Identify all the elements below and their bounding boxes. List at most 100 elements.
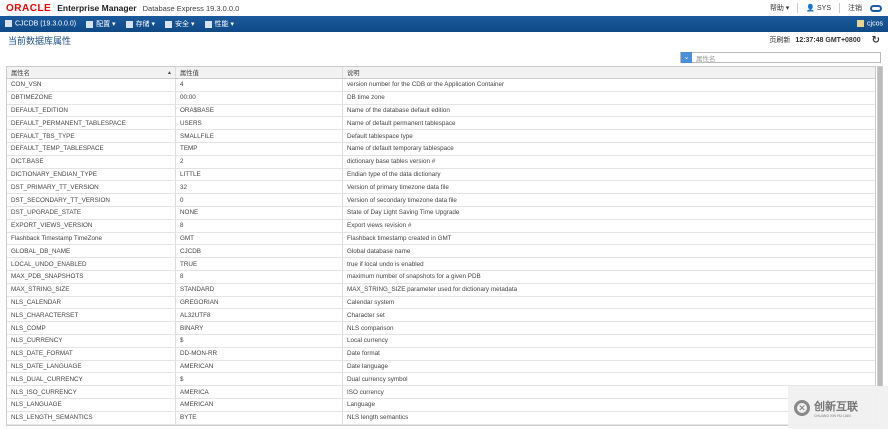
property-description: Default tablespace type bbox=[347, 132, 413, 140]
user-icon: 👤 bbox=[806, 5, 816, 12]
table-row[interactable]: DEFAULT_EDITION ORA$BASE Name of the datab… bbox=[7, 104, 875, 118]
chevron-down-icon[interactable]: ⌄ bbox=[681, 52, 692, 63]
property-name: EXPORT_VIEWS_VERSION bbox=[7, 219, 176, 232]
table-row[interactable]: GLOBAL_DB_NAME CJCDB Global database name bbox=[7, 245, 875, 259]
property-value: NONE bbox=[176, 206, 343, 219]
table-row[interactable]: NLS_CURRENCY $ Local currency bbox=[7, 334, 875, 348]
table-row[interactable]: NLS_DUAL_CURRENCY $ Dual currency symbol bbox=[7, 373, 875, 387]
property-description: MAX_STRING_SIZE parameter used for dicti… bbox=[347, 286, 518, 294]
wrench-icon bbox=[86, 20, 94, 28]
property-value: CJCDB bbox=[176, 245, 343, 258]
property-name: GLOBAL_DB_NAME bbox=[7, 245, 176, 258]
property-value: BYTE bbox=[176, 411, 343, 424]
property-description: Date format bbox=[347, 350, 380, 358]
property-name: NLS_LENGTH_SEMANTICS bbox=[7, 411, 176, 424]
property-value: USERS bbox=[176, 117, 343, 130]
help-label: 帮助 bbox=[769, 5, 784, 12]
property-description: Endian type of the data dictionary bbox=[347, 170, 441, 178]
property-description: Flashback timestamp created in GMT bbox=[347, 234, 452, 242]
column-header-description[interactable]: 说明 bbox=[343, 67, 875, 78]
scrollbar-thumb[interactable] bbox=[878, 67, 882, 387]
table-row[interactable]: NLS_COMP BINARY NLS comparison bbox=[7, 322, 875, 335]
menu-label: 安全 bbox=[175, 21, 190, 28]
menu-label: 存储 bbox=[135, 21, 150, 28]
property-description: Character set bbox=[347, 311, 385, 319]
container-link[interactable]: cjcos bbox=[857, 20, 883, 28]
menu-config[interactable]: 配置 ▾ bbox=[86, 19, 116, 29]
oracle-logo: ORACLE bbox=[6, 2, 52, 14]
table-row[interactable]: EXPORT_VIEWS_VERSION 8 Export views revisi… bbox=[7, 219, 875, 233]
property-value: 8 bbox=[176, 270, 343, 283]
property-name: NLS_LANGUAGE bbox=[7, 398, 176, 411]
table-row[interactable]: DEFAULT_PERMANENT_TABLESPACE USERS Name of… bbox=[7, 117, 875, 131]
property-description: Export views revision # bbox=[347, 222, 412, 230]
watermark-logo-icon: ✕ bbox=[794, 399, 810, 416]
table-row[interactable]: MAX_STRING_SIZE STANDARD MAX_STRING_SIZE p… bbox=[7, 283, 875, 297]
property-description: Name of default temporary tablespace bbox=[347, 145, 454, 153]
property-name: NLS_CHARACTERSET bbox=[7, 309, 176, 322]
table-row[interactable]: NLS_CALENDAR GREGORIAN Calendar system bbox=[7, 296, 875, 310]
search-placeholder: 属性名 bbox=[696, 55, 716, 63]
property-search[interactable]: ⌄ 属性名 bbox=[680, 52, 881, 63]
edition-label: Database Express 19.3.0.0.0 bbox=[142, 3, 240, 13]
menu-security[interactable]: 安全 ▾ bbox=[165, 19, 195, 29]
property-name: NLS_ISO_CURRENCY bbox=[7, 386, 176, 398]
menu-performance[interactable]: 性能 ▾ bbox=[204, 19, 234, 29]
table-row[interactable]: DEFAULT_TEMP_TABLESPACE TEMP Name of defau… bbox=[7, 142, 875, 156]
property-description: maximum number of snapshots for a given … bbox=[347, 273, 481, 281]
property-description: true if local undo is enabled bbox=[347, 260, 424, 268]
table-row[interactable]: LOCAL_UNDO_ENABLED TRUE true if local undo… bbox=[7, 258, 875, 271]
refresh-label: 页刷新 bbox=[769, 37, 791, 44]
property-value: GMT bbox=[176, 232, 343, 245]
table-row[interactable]: NLS_DATE_FORMAT DD-MON-RR Date format bbox=[7, 347, 875, 361]
menu-storage[interactable]: 存储 ▾ bbox=[125, 19, 155, 29]
table-scrollbar[interactable] bbox=[877, 66, 883, 426]
chart-icon bbox=[204, 20, 212, 28]
table-row[interactable]: DST_SECONDARY_TT_VERSION 0 Version of seco… bbox=[7, 194, 875, 207]
table-row[interactable]: Flashback Timestamp TimeZone GMT Flashback… bbox=[7, 232, 875, 246]
table-row[interactable]: DBTIMEZONE 00:00 DB time zone bbox=[7, 91, 875, 105]
app-header: ORACLE Enterprise Manager Database Expre… bbox=[0, 0, 888, 16]
db-home-link[interactable]: CJCDB (19.3.0.0.0) bbox=[5, 20, 76, 28]
divider bbox=[797, 3, 799, 13]
property-name: DICT.BASE bbox=[7, 155, 176, 168]
user-menu[interactable]: 👤 SYS bbox=[806, 4, 831, 12]
main-nav: CJCDB (19.3.0.0.0) 配置 ▾ 存储 ▾ 安全 ▾ 性能 ▾ c… bbox=[0, 16, 888, 32]
table-row[interactable]: MAX_PDB_SNAPSHOTS 8 maximum number of snap… bbox=[7, 270, 875, 284]
property-name: NLS_COMP bbox=[7, 322, 176, 334]
logout-link[interactable]: 注销 bbox=[848, 3, 862, 13]
property-value: 8 bbox=[176, 219, 343, 232]
property-value: LITTLE bbox=[176, 168, 343, 181]
watermark: ✕ 创新互联 CHUANG XIN HU LIAN bbox=[788, 386, 888, 429]
table-row[interactable]: DICTIONARY_ENDIAN_TYPE LITTLE Endian type … bbox=[7, 168, 875, 182]
table-row[interactable]: DICT.BASE 2 dictionary base tables version… bbox=[7, 155, 875, 169]
table-row[interactable]: DEFAULT_TBS_TYPE SMALLFILE Default tablesp… bbox=[7, 130, 875, 143]
menu-label: 性能 bbox=[214, 21, 229, 28]
property-value: DD-MON-RR bbox=[176, 347, 343, 360]
property-value: ORA$BASE bbox=[176, 104, 343, 117]
help-menu[interactable]: 帮助 ▾ bbox=[770, 3, 789, 13]
table-row[interactable]: CON_VSN 4 version number for the CDB or th… bbox=[7, 79, 875, 92]
table-row[interactable]: DST_UPGRADE_STATE NONE State of Day Light … bbox=[7, 206, 875, 220]
security-icon bbox=[165, 20, 173, 28]
table-row[interactable]: NLS_CHARACTERSET AL32UTF8 Character set bbox=[7, 309, 875, 323]
property-name: CON_VSN bbox=[7, 79, 176, 91]
table-row[interactable]: NLS_LENGTH_SEMANTICS BYTE NLS length seman… bbox=[7, 411, 875, 425]
refresh-icon[interactable]: ↻ bbox=[872, 35, 880, 46]
table-row[interactable]: NLS_DATE_LANGUAGE AMERICAN Date language bbox=[7, 360, 875, 374]
property-value: AMERICA bbox=[176, 386, 343, 398]
table-row[interactable]: NLS_ISO_CURRENCY AMERICA ISO currency bbox=[7, 386, 875, 399]
database-icon bbox=[5, 20, 12, 28]
refresh-time: 12:37:48 GMT+0800 bbox=[795, 36, 861, 44]
watermark-text: 创新互联 bbox=[814, 400, 858, 413]
header-label: 属性名 bbox=[11, 70, 30, 77]
table-row[interactable]: NLS_LANGUAGE AMERICAN Language bbox=[7, 398, 875, 412]
property-value: 4 bbox=[176, 79, 343, 91]
property-value: GREGORIAN bbox=[176, 296, 343, 309]
product-name: Enterprise Manager bbox=[57, 3, 137, 13]
property-name: DEFAULT_TBS_TYPE bbox=[7, 130, 176, 142]
column-header-name[interactable]: 属性名 ▲ bbox=[7, 67, 176, 78]
column-header-value[interactable]: 属性值 bbox=[176, 67, 343, 78]
property-name: MAX_STRING_SIZE bbox=[7, 283, 176, 296]
table-row[interactable]: DST_PRIMARY_TT_VERSION 32 Version of prima… bbox=[7, 181, 875, 195]
